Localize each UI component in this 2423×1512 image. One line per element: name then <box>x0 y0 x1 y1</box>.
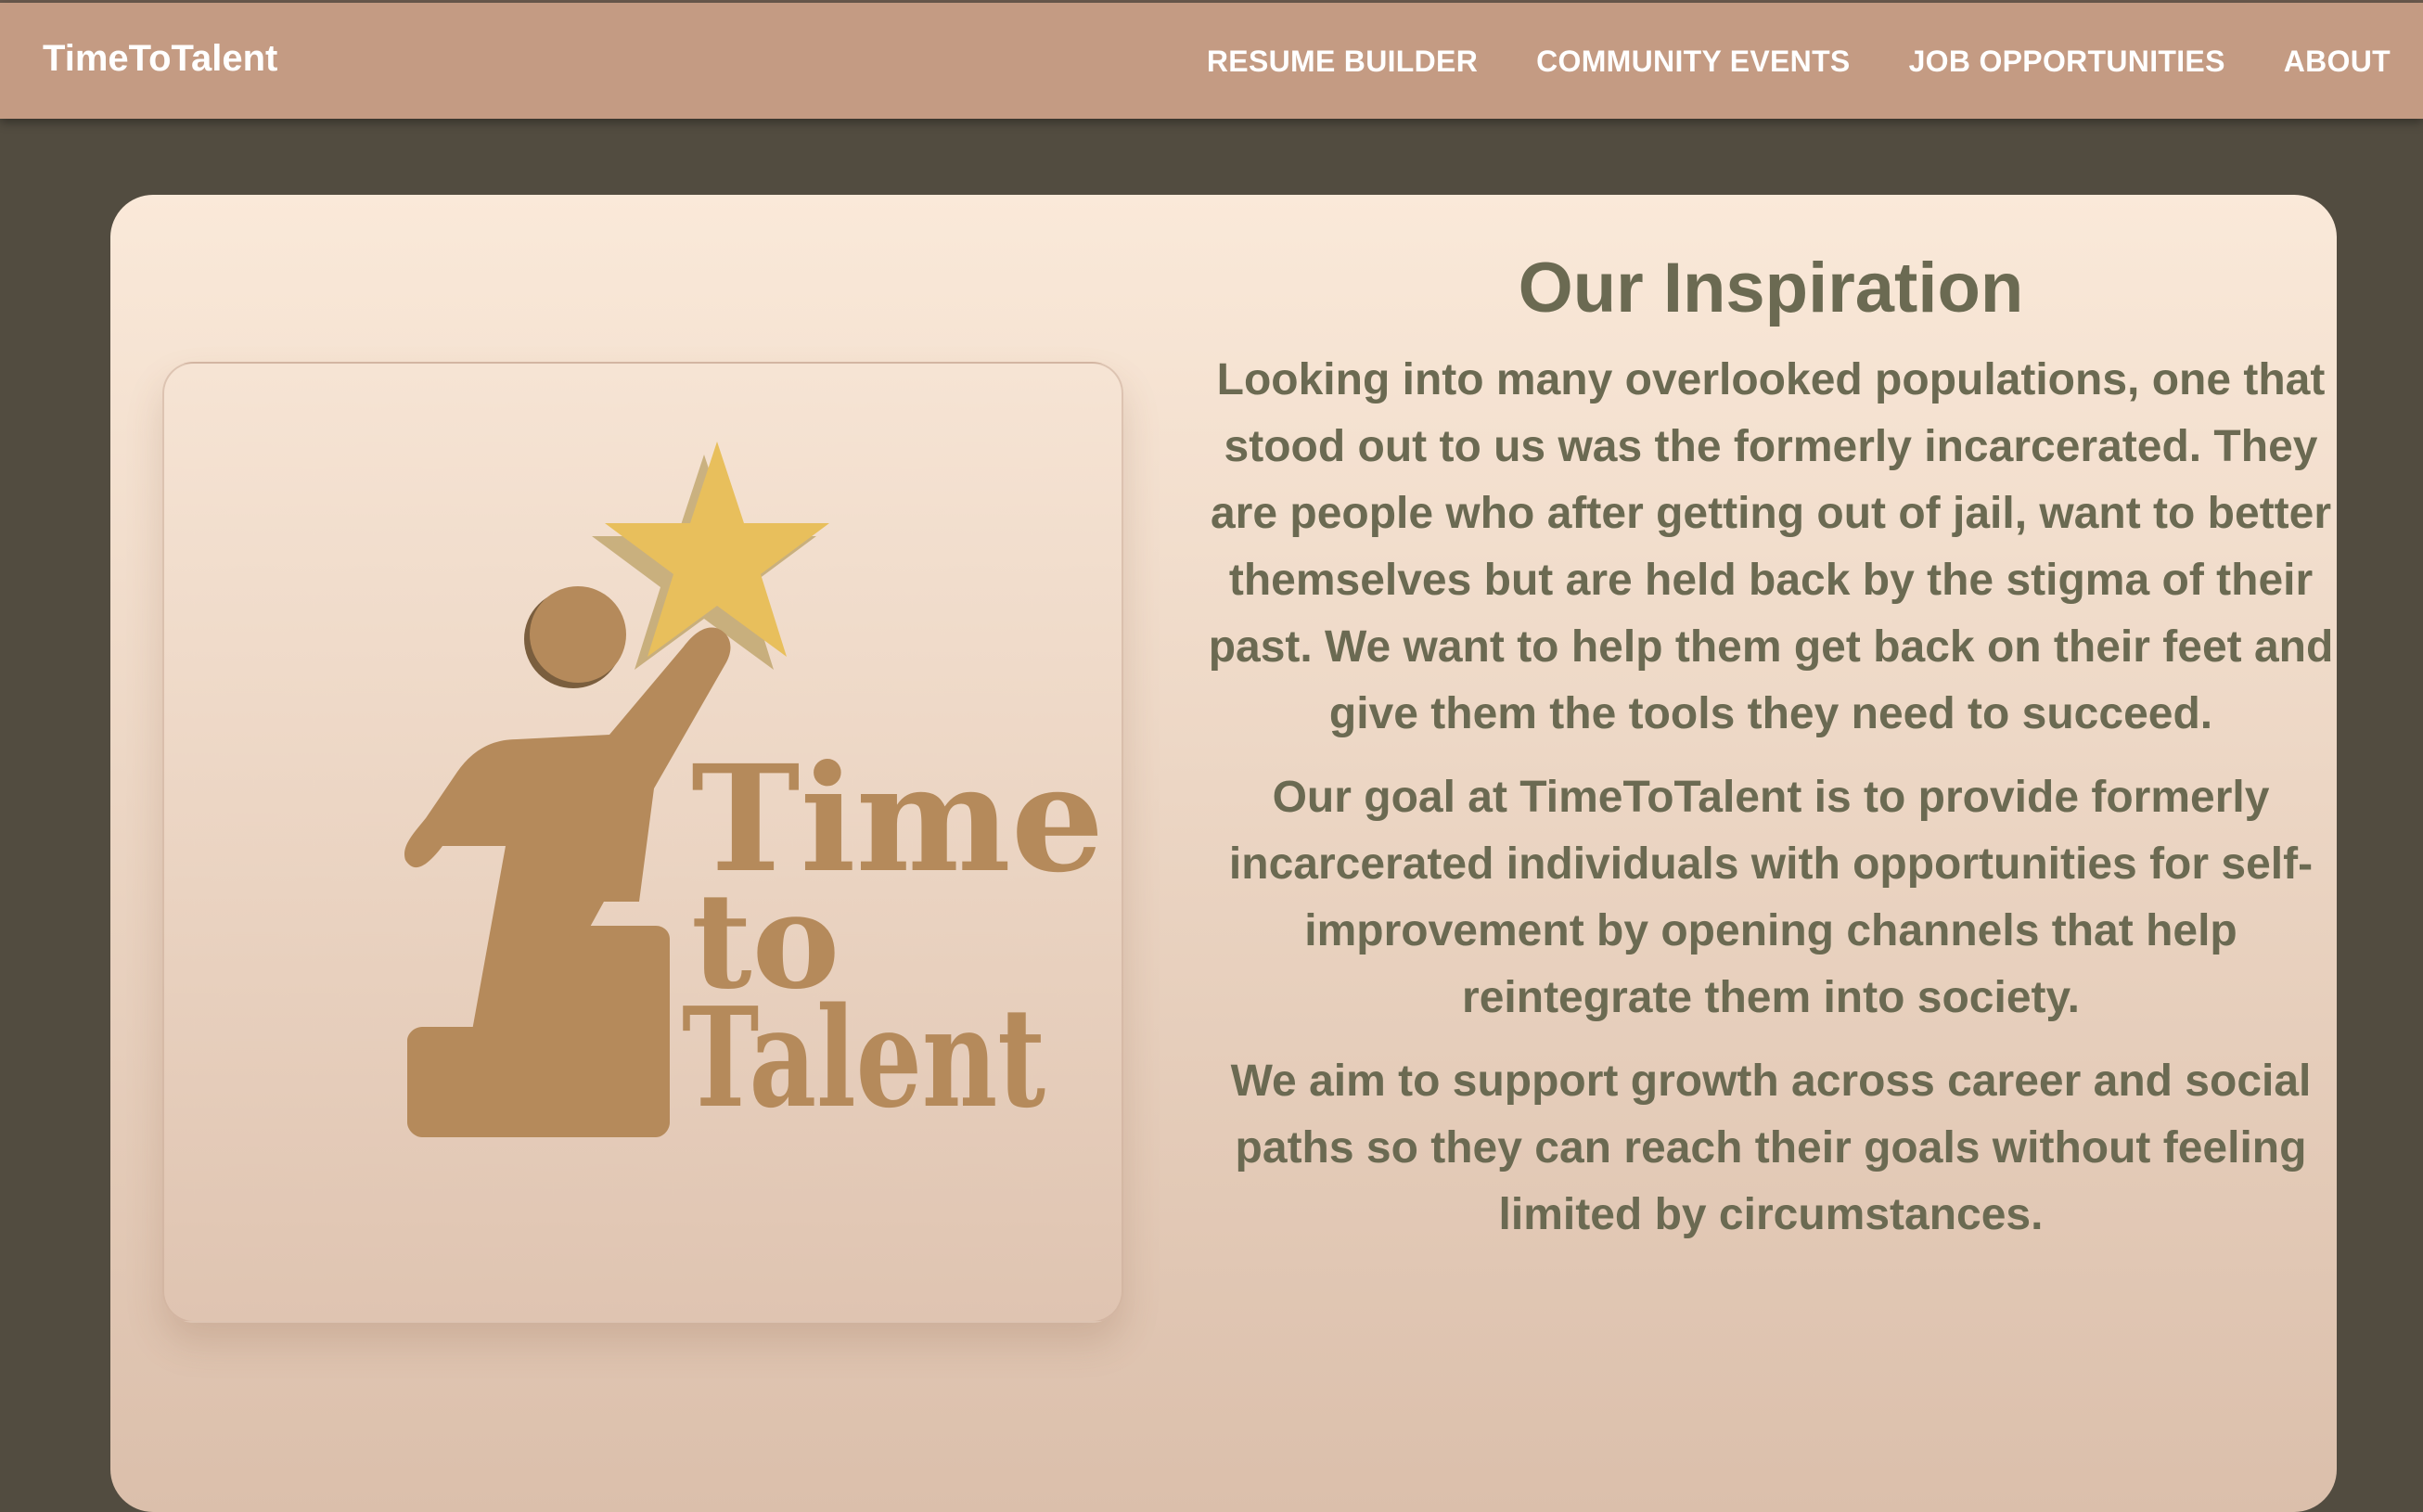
inspiration-card: Time to Talent Our Inspiration Looking i… <box>110 195 2337 1512</box>
nav-link-community-events[interactable]: COMMUNITY EVENTS <box>1536 45 1850 79</box>
paragraph-goal: Our goal at TimeToTalent is to provide f… <box>1228 773 2314 1022</box>
top-navbar: TimeToTalent RESUME BUILDER COMMUNITY EV… <box>0 3 2423 119</box>
logo-word-talent: Talent <box>682 977 1045 1138</box>
nav-link-resume-builder[interactable]: RESUME BUILDER <box>1207 45 1478 79</box>
brand-link[interactable]: TimeToTalent <box>43 38 277 80</box>
paragraph-aim: We aim to support growth across career a… <box>1230 1057 2312 1239</box>
logo-wordmark: Time to Talent <box>682 734 1104 1138</box>
paragraph-inspiration: Looking into many overlooked populations… <box>1208 355 2334 738</box>
inspiration-text: Our Inspiration Looking into many overlo… <box>1168 237 2374 1249</box>
nav-links: RESUME BUILDER COMMUNITY EVENTS JOB OPPO… <box>1207 45 2391 79</box>
nav-link-about[interactable]: ABOUT <box>2284 45 2391 79</box>
nav-link-job-opportunities[interactable]: JOB OPPORTUNITIES <box>1909 45 2225 79</box>
page-title: Our Inspiration <box>1518 249 2024 327</box>
time-to-talent-logo: Time to Talent <box>404 442 1104 1138</box>
logo-card: Time to Talent <box>162 362 1123 1323</box>
